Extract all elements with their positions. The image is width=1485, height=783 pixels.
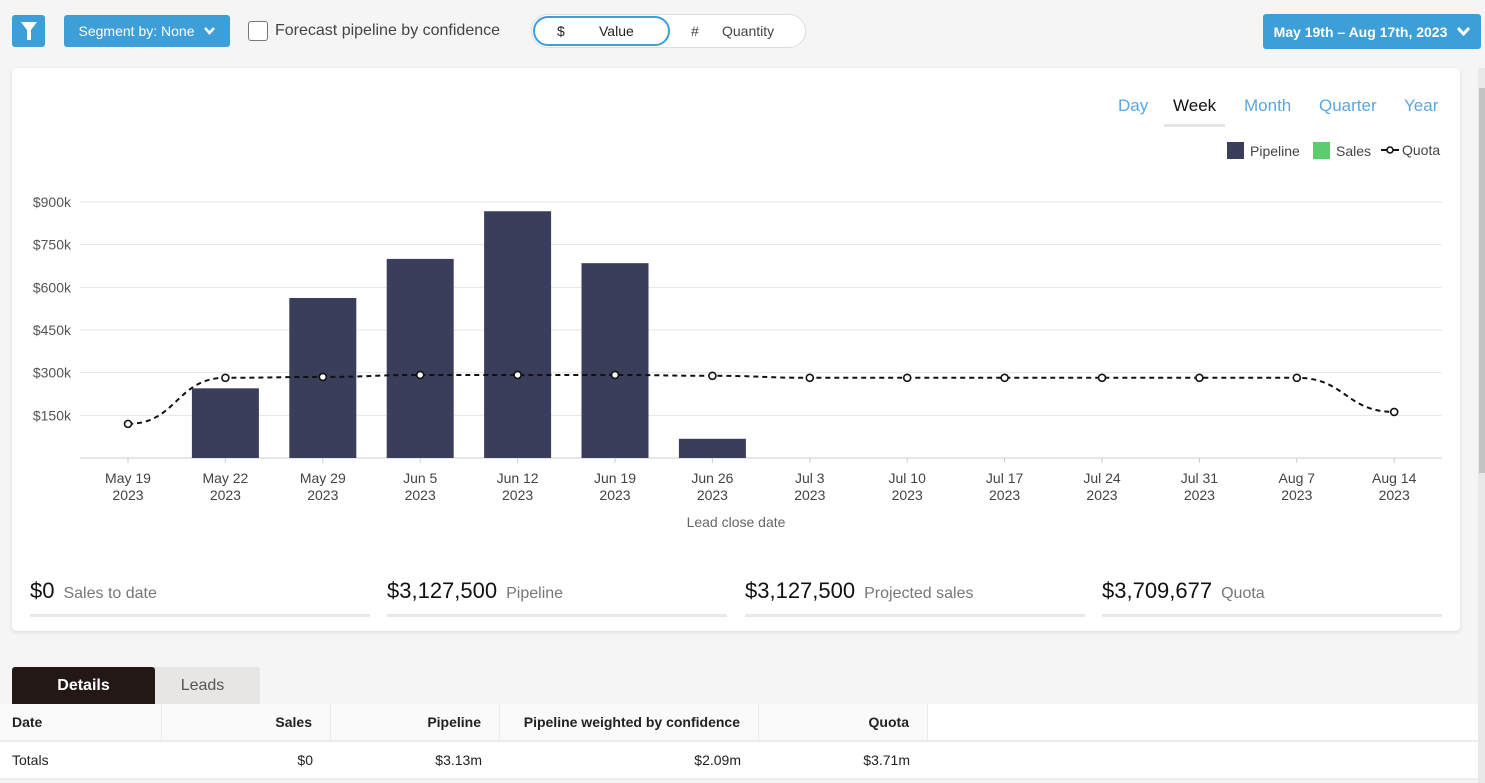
quota-point [1389,407,1399,417]
x-tick-label: Jul 3 2023 [794,470,825,503]
pipeline-bar [484,211,552,458]
y-tick-label: $900k [33,194,72,210]
tab-details[interactable]: Details [12,667,155,704]
x-tick-label: Aug 14 2023 [1372,470,1417,503]
stat-value: $3,127,500 [387,578,498,603]
x-tick-label: Jul 24 2023 [1083,470,1121,503]
cell: $2.09m [694,752,741,768]
x-tick-label: Jun 19 2023 [594,470,636,503]
cell: $3.71m [863,752,910,768]
y-tick-label: $600k [33,279,72,295]
x-tick-label: May 22 2023 [202,470,248,503]
x-tick-label: Jul 17 2023 [986,470,1024,503]
x-tick-label: Aug 7 2023 [1279,470,1316,503]
quota-point [123,419,133,429]
quota-point [805,373,815,383]
stat-label: Quota [1221,585,1265,602]
quota-point [610,370,620,380]
cell: Totals [12,752,49,768]
pipeline-chart: $150k $300k $450k $600k $750k $900k May 19 2023… [33,194,1442,503]
stat-label: Sales to date [63,585,157,602]
quota-point [221,373,230,383]
y-tick-label: $450k [33,322,72,338]
x-tick-label: Jun 5 2023 [403,470,437,503]
x-tick-label: May 29 2023 [300,470,346,503]
details-table: Date Sales Pipeline Pipeline weighted by… [0,704,1478,780]
quota-point [902,373,912,383]
stat-label: Pipeline [506,585,564,602]
pipeline-bar [678,438,746,458]
x-tick-label: Jun 26 2023 [691,470,733,503]
table-header: Date Sales Pipeline Pipeline weighted by… [0,704,1478,742]
y-tick-label: $750k [33,237,72,253]
cell: $0 [297,752,313,768]
x-tick-label: Jul 31 2023 [1181,470,1219,503]
quota-point [1292,373,1302,383]
pipeline-bar [386,258,454,458]
stat-value: $3,709,677 [1102,578,1213,603]
pipeline-bar [191,388,259,458]
x-tick-label: Jul 10 2023 [889,470,927,503]
pipeline-bar [581,263,649,458]
stat-sales-to-date: $0 Sales to date [30,578,370,617]
scrollbar-thumb[interactable] [1479,88,1485,473]
col-quota[interactable]: Quota [759,704,928,740]
stat-pipeline: $3,127,500 Pipeline [387,578,727,617]
x-tick-label: May 19 2023 [105,470,151,503]
table-row: Totals $0 $3.13m $2.09m $3.71m [0,742,1478,780]
quota-point [1097,373,1107,383]
quota-point [1195,373,1204,383]
cell: $3.13m [435,752,482,768]
quota-point [1000,373,1009,383]
stat-value: $0 [30,578,55,603]
quota-point [708,371,717,381]
col-sales[interactable]: Sales [162,704,331,740]
tab-leads[interactable]: Leads [145,667,260,704]
stat-value: $3,127,500 [745,578,856,603]
quota-point [513,370,522,380]
col-pipeline[interactable]: Pipeline [331,704,500,740]
x-axis-label: Lead close date [686,514,786,530]
quota-point [415,370,425,380]
quota-point [318,372,328,382]
stat-projected-sales: $3,127,500 Projected sales [745,578,1085,617]
y-tick-label: $150k [33,407,72,423]
col-date[interactable]: Date [0,704,162,740]
y-tick-label: $300k [33,365,72,381]
col-pipeline-weighted[interactable]: Pipeline weighted by confidence [500,704,759,740]
stat-quota: $3,709,677 Quota [1102,578,1442,617]
stat-label: Projected sales [864,585,974,602]
x-tick-label: Jun 12 2023 [497,470,539,503]
